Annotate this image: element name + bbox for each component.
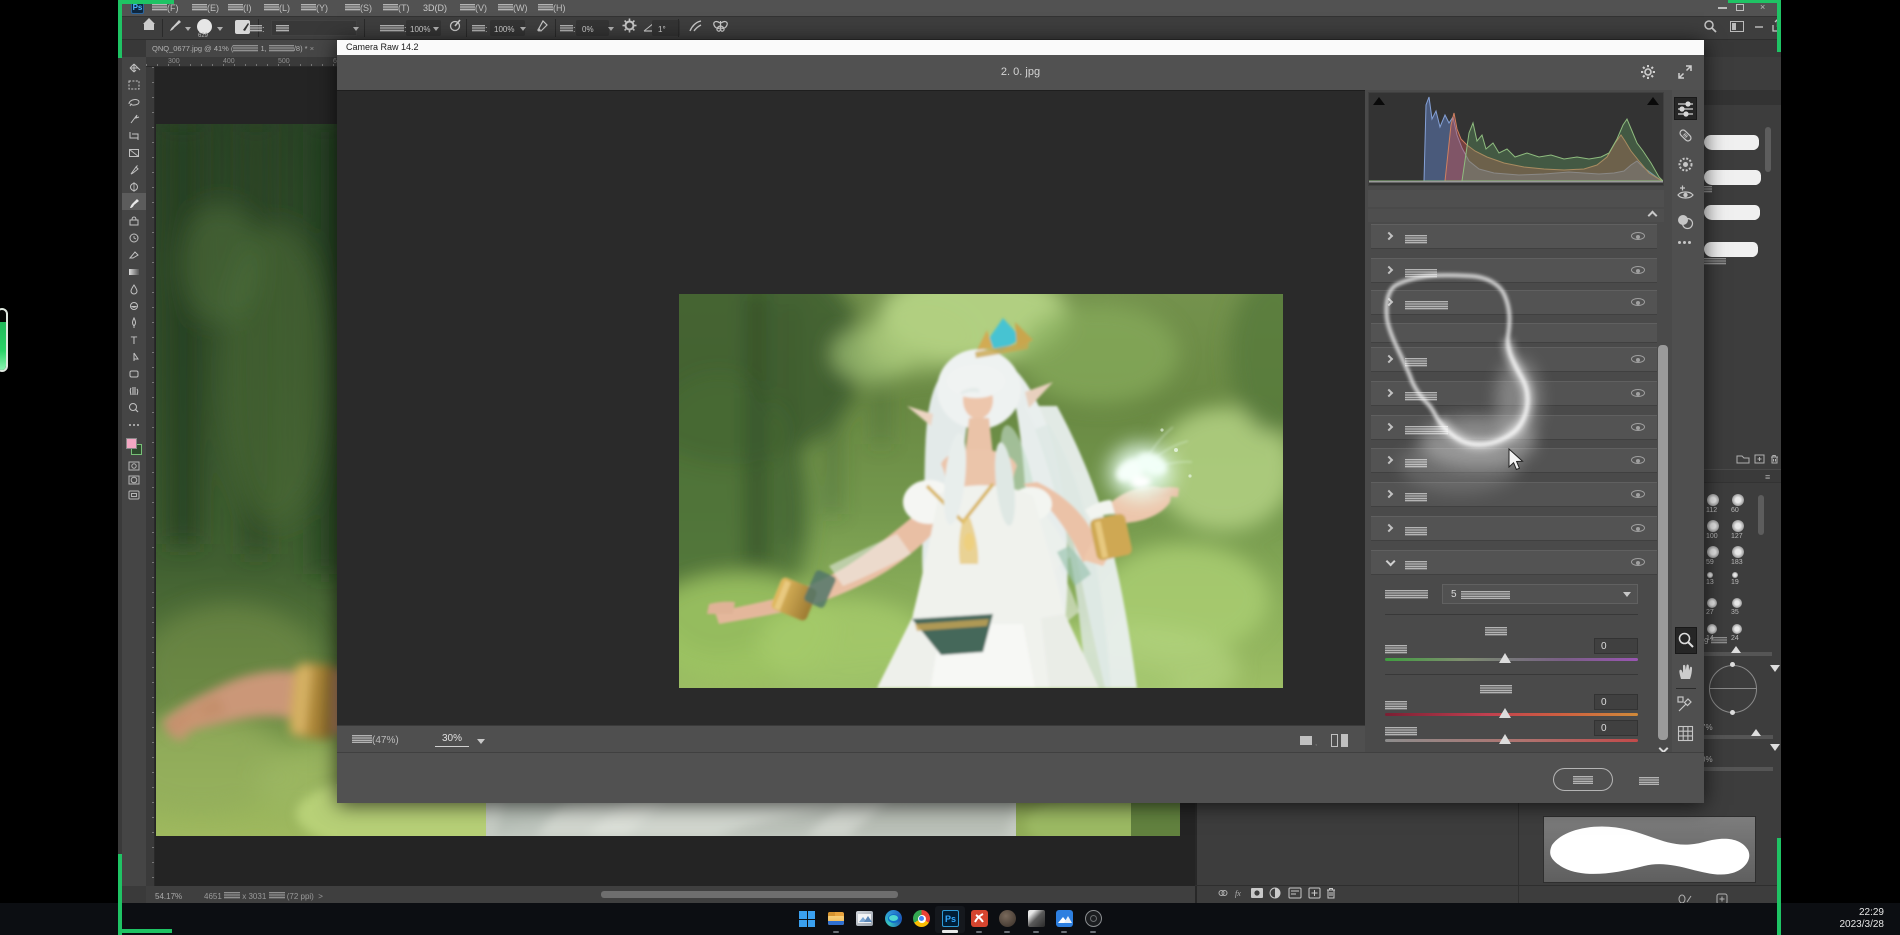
svg-text:T: T (131, 335, 138, 347)
svg-text:fx: fx (1235, 889, 1241, 898)
